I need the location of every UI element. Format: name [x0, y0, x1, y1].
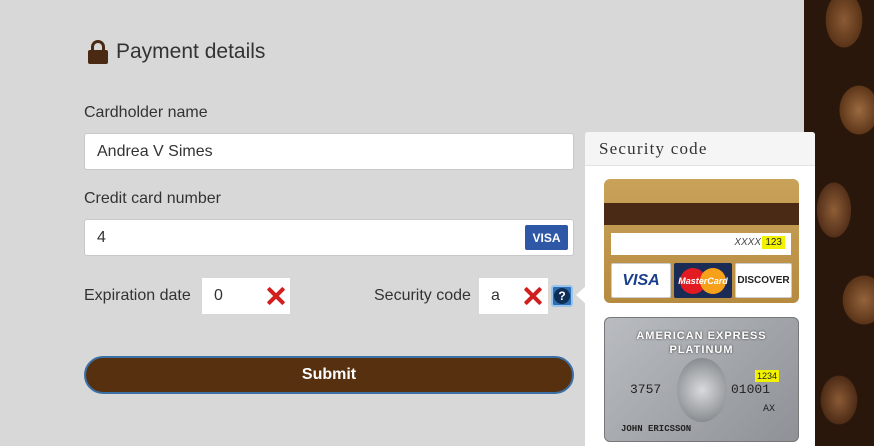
amex-number-right: 01001: [731, 382, 771, 397]
security-code-value: a: [491, 287, 500, 304]
cardholder-input[interactable]: [97, 142, 573, 161]
amex-subtitle: PLATINUM: [669, 344, 734, 356]
card-number-field[interactable]: VISA: [84, 219, 574, 256]
magnetic-stripe: [604, 203, 799, 225]
mastercard-logo: MasterCard: [674, 263, 732, 298]
security-code-popover: Security code XXXX 123 VISA MasterCard D…: [585, 132, 815, 446]
cardholder-field[interactable]: [84, 133, 574, 170]
visa-logo: VISA: [611, 263, 671, 298]
card-cvv-highlight: 123: [762, 236, 785, 249]
amex-title: AMERICAN EXPRESS: [636, 330, 767, 342]
security-code-field[interactable]: a: [479, 278, 548, 314]
visa-brand-badge: VISA: [525, 225, 568, 250]
amex-card-illustration: AMERICAN EXPRESS PLATINUM 1234 3757 0100…: [604, 317, 799, 442]
page-heading: Payment details: [88, 40, 265, 64]
card-number-label: Credit card number: [84, 190, 221, 207]
discover-logo: DISCOVER: [735, 263, 792, 298]
amex-centurion-portrait: [677, 358, 727, 422]
popover-title: Security code: [585, 132, 815, 166]
amex-number-left: 3757: [630, 382, 662, 397]
expiration-field[interactable]: 0: [202, 278, 290, 314]
expiration-value: 0: [214, 287, 223, 304]
expiration-label: Expiration date: [84, 287, 191, 304]
security-code-help-icon[interactable]: ?: [551, 285, 573, 307]
card-digits: XXXX: [734, 237, 761, 248]
card-back-illustration: XXXX 123 VISA MasterCard DISCOVER: [604, 179, 799, 303]
signature-strip: XXXX 123: [611, 233, 791, 255]
submit-button[interactable]: Submit: [84, 356, 574, 394]
security-code-label: Security code: [374, 287, 471, 304]
expiration-error-x-icon: [266, 286, 286, 306]
security-code-error-x-icon: [523, 286, 543, 306]
amex-cvv-highlight: 1234: [755, 370, 780, 382]
lock-icon: [88, 40, 108, 64]
amex-suffix: AX: [763, 404, 776, 415]
page-title: Payment details: [116, 40, 266, 63]
cardholder-label: Cardholder name: [84, 104, 208, 121]
amex-cardholder-name: JOHN ERICSSON: [621, 424, 692, 434]
card-number-input[interactable]: [97, 228, 573, 247]
